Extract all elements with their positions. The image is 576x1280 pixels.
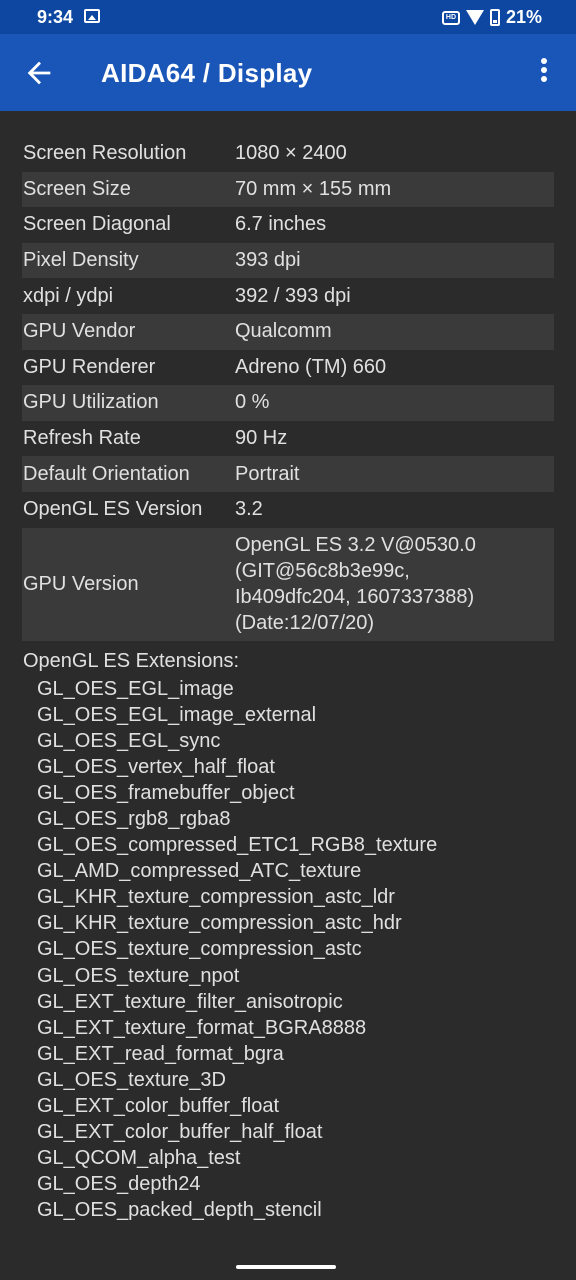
row-value: 393 dpi bbox=[235, 249, 301, 272]
list-item: GL_OES_EGL_image bbox=[37, 677, 234, 700]
list-item: GL_OES_depth24 bbox=[37, 1173, 201, 1196]
row-label: OpenGL ES Version bbox=[23, 498, 203, 521]
row-label: Refresh Rate bbox=[23, 427, 141, 450]
info-row: xdpi / ydpi 392 / 393 dpi bbox=[22, 278, 554, 314]
list-item: GL_OES_EGL_sync bbox=[37, 729, 221, 752]
info-row: Screen Resolution 1080 × 2400 bbox=[22, 136, 554, 172]
navigation-bar bbox=[0, 1234, 576, 1280]
info-row: Screen Diagonal 6.7 inches bbox=[22, 207, 554, 243]
row-value: 6.7 inches bbox=[235, 213, 327, 236]
row-label: GPU Vendor bbox=[23, 320, 136, 343]
row-value: 392 / 393 dpi bbox=[235, 284, 351, 307]
hd-icon: HD bbox=[441, 10, 460, 25]
row-value: Qualcomm bbox=[235, 320, 332, 343]
row-value: Adreno (TM) 660 bbox=[235, 355, 387, 378]
list-item: GL_OES_EGL_image_external bbox=[37, 703, 317, 726]
gpu-version-line: (GIT@56c8b3e99c, bbox=[235, 560, 410, 583]
list-item: GL_OES_packed_depth_stencil bbox=[37, 1199, 322, 1222]
list-item: GL_OES_framebuffer_object bbox=[37, 781, 295, 804]
row-label: Screen Resolution bbox=[23, 142, 187, 165]
list-item: GL_KHR_texture_compression_astc_ldr bbox=[37, 886, 395, 909]
row-label: Screen Diagonal bbox=[23, 213, 171, 236]
gpu-version-line: (Date:12/07/20) bbox=[235, 612, 374, 635]
row-value: 90 Hz bbox=[235, 427, 288, 450]
row-label: GPU Renderer bbox=[23, 355, 156, 378]
list-item: GL_EXT_color_buffer_half_float bbox=[37, 1121, 323, 1144]
status-time: 9:34 bbox=[37, 7, 74, 27]
info-row: Default Orientation Portrait bbox=[22, 456, 554, 492]
list-item: GL_OES_vertex_half_float bbox=[37, 755, 275, 778]
wifi-icon bbox=[465, 10, 484, 25]
app-bar: AIDA64 / Display bbox=[0, 34, 576, 111]
row-value: 3.2 bbox=[235, 498, 263, 521]
gpu-version-line: Ib409dfc204, 1607337388) bbox=[235, 586, 475, 609]
extensions-heading: OpenGL ES Extensions: bbox=[23, 649, 240, 672]
row-value: 1080 × 2400 bbox=[235, 142, 347, 165]
status-icons: HD 21% bbox=[441, 7, 542, 28]
info-row: Screen Size 70 mm × 155 mm bbox=[22, 171, 554, 208]
info-row: GPU Utilization 0 % bbox=[22, 385, 554, 421]
list-item: GL_OES_texture_3D bbox=[37, 1068, 226, 1091]
more-vert-icon bbox=[534, 58, 554, 82]
list-item: GL_EXT_read_format_bgra bbox=[37, 1042, 284, 1065]
list-item: GL_OES_texture_compression_astc bbox=[37, 938, 362, 961]
row-value: Portrait bbox=[235, 462, 300, 485]
display-info: Screen Resolution 1080 × 2400 Screen Size… bbox=[22, 136, 554, 1224]
list-item: GL_OES_texture_npot bbox=[37, 964, 240, 987]
list-item: GL_OES_compressed_ETC1_RGB8_texture bbox=[37, 834, 438, 857]
arrow-left-icon bbox=[27, 61, 51, 85]
more-options-button[interactable] bbox=[534, 58, 554, 88]
row-label: Screen Size bbox=[23, 177, 131, 200]
list-item: GL_OES_rgb8_rgba8 bbox=[37, 808, 231, 830]
list-item: GL_EXT_texture_filter_anisotropic bbox=[37, 990, 343, 1013]
status-bar: 9:34 HD 21% bbox=[0, 0, 576, 34]
gpu-version-line: OpenGL ES 3.2 V@0530.0 bbox=[235, 534, 476, 557]
list-item: GL_QCOM_alpha_test bbox=[37, 1147, 241, 1170]
row-value: OpenGL ES 3.2 V@0530.0 (GIT@56c8b3e99c, … bbox=[235, 532, 554, 636]
battery-percent: 21% bbox=[505, 7, 542, 27]
info-row: Refresh Rate 90 Hz bbox=[22, 421, 554, 457]
row-value: 70 mm × 155 mm bbox=[235, 177, 392, 200]
row-label: Default Orientation bbox=[23, 462, 190, 485]
info-row: GPU Vendor Qualcomm bbox=[22, 313, 554, 350]
page-title: AIDA64 / Display bbox=[101, 58, 313, 88]
info-row: GPU Renderer Adreno (TM) 660 bbox=[22, 350, 554, 386]
list-item: GL_EXT_color_buffer_float bbox=[37, 1095, 280, 1118]
row-label: xdpi / ydpi bbox=[23, 284, 114, 307]
extensions-list: GL_OES_EGL_image GL_OES_EGL_image_extern… bbox=[22, 676, 554, 1224]
row-label: GPU Version bbox=[23, 572, 139, 595]
back-button[interactable] bbox=[22, 56, 56, 90]
battery-icon bbox=[489, 9, 500, 26]
row-label: Pixel Density bbox=[23, 249, 139, 272]
info-row: OpenGL ES Version 3.2 bbox=[22, 492, 554, 528]
row-value: 0 % bbox=[235, 391, 270, 414]
list-item: GL_KHR_texture_compression_astc_hdr bbox=[37, 912, 402, 935]
row-label: GPU Utilization bbox=[23, 391, 159, 414]
info-row-gpu-version: GPU Version OpenGL ES 3.2 V@0530.0 (GIT@… bbox=[22, 527, 554, 641]
list-item: GL_AMD_compressed_ATC_texture bbox=[37, 860, 362, 883]
info-row: Pixel Density 393 dpi bbox=[22, 242, 554, 279]
photo-icon bbox=[84, 9, 100, 23]
list-item: GL_EXT_texture_format_BGRA8888 bbox=[37, 1016, 367, 1039]
home-gesture-handle[interactable] bbox=[236, 1265, 336, 1269]
